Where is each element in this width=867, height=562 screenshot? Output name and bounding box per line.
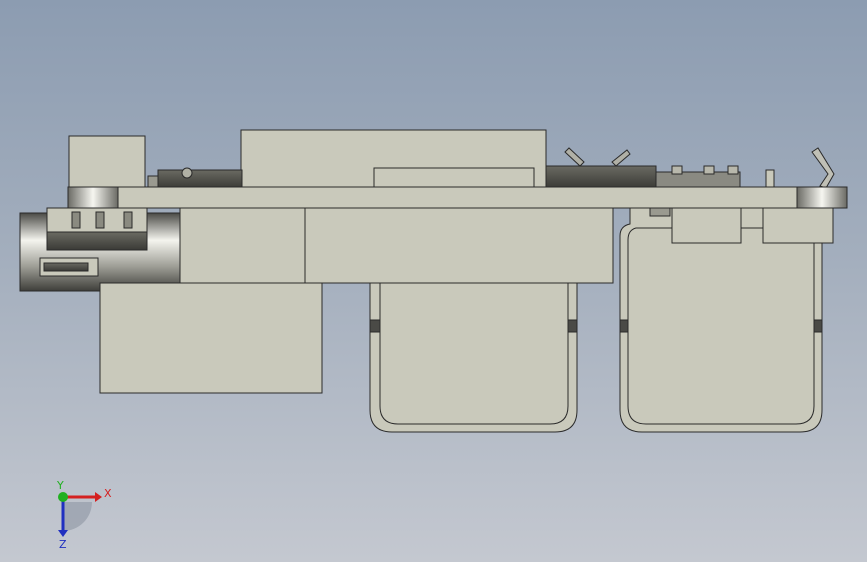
cup-2-notch-right[interactable] (813, 319, 823, 333)
dark-strip-end[interactable] (655, 171, 741, 189)
x-axis-arrow (95, 492, 102, 502)
cup-1-inner[interactable] (379, 282, 569, 425)
connector-rib[interactable] (46, 231, 148, 251)
strip-left[interactable] (157, 169, 243, 189)
small-post-1[interactable] (671, 165, 683, 175)
z-axis-arrow (58, 530, 68, 537)
top-block-left[interactable] (68, 135, 146, 189)
small-post-3[interactable] (727, 165, 739, 175)
cup-1-notch-right[interactable] (567, 319, 578, 333)
triad-shadow (63, 502, 92, 531)
lower-block-left[interactable] (99, 282, 323, 394)
spring-clip-1[interactable] (564, 147, 585, 167)
connector-slot-1[interactable] (71, 211, 81, 229)
y-axis-label: Y (56, 480, 64, 492)
plate-end-cap-right[interactable] (796, 186, 848, 209)
small-post-2[interactable] (703, 165, 715, 175)
lower-block-upper[interactable] (179, 207, 306, 284)
tab-right-2[interactable] (762, 207, 834, 244)
tab-small[interactable] (649, 207, 671, 217)
connector-slot-2[interactable] (95, 211, 105, 229)
plate-end-cap-left[interactable] (67, 186, 119, 209)
spring-clip-2[interactable] (611, 149, 631, 167)
coordinate-triad: X Y Z (56, 480, 112, 550)
dark-strip-right[interactable] (545, 165, 657, 189)
main-plate[interactable] (67, 186, 848, 209)
y-axis-dot (58, 492, 68, 502)
connector-latch-slot[interactable] (43, 262, 89, 272)
pin-head[interactable] (181, 167, 193, 179)
x-axis-label: X (104, 487, 112, 500)
connector-slot-3[interactable] (123, 211, 133, 229)
cup-2-notch-left[interactable] (619, 319, 629, 333)
top-block-inset[interactable] (373, 167, 535, 189)
graphics-viewport[interactable]: X Y Z (0, 0, 867, 562)
spring-clip-3[interactable] (811, 147, 835, 189)
z-axis-label: Z (59, 538, 67, 550)
cup-2-inner[interactable] (627, 227, 815, 425)
right-post[interactable] (765, 169, 775, 189)
cup-1-notch-left[interactable] (369, 319, 381, 333)
cad-model[interactable] (0, 0, 867, 562)
lower-block-wide[interactable] (304, 207, 614, 284)
tab-right-1[interactable] (671, 207, 742, 244)
